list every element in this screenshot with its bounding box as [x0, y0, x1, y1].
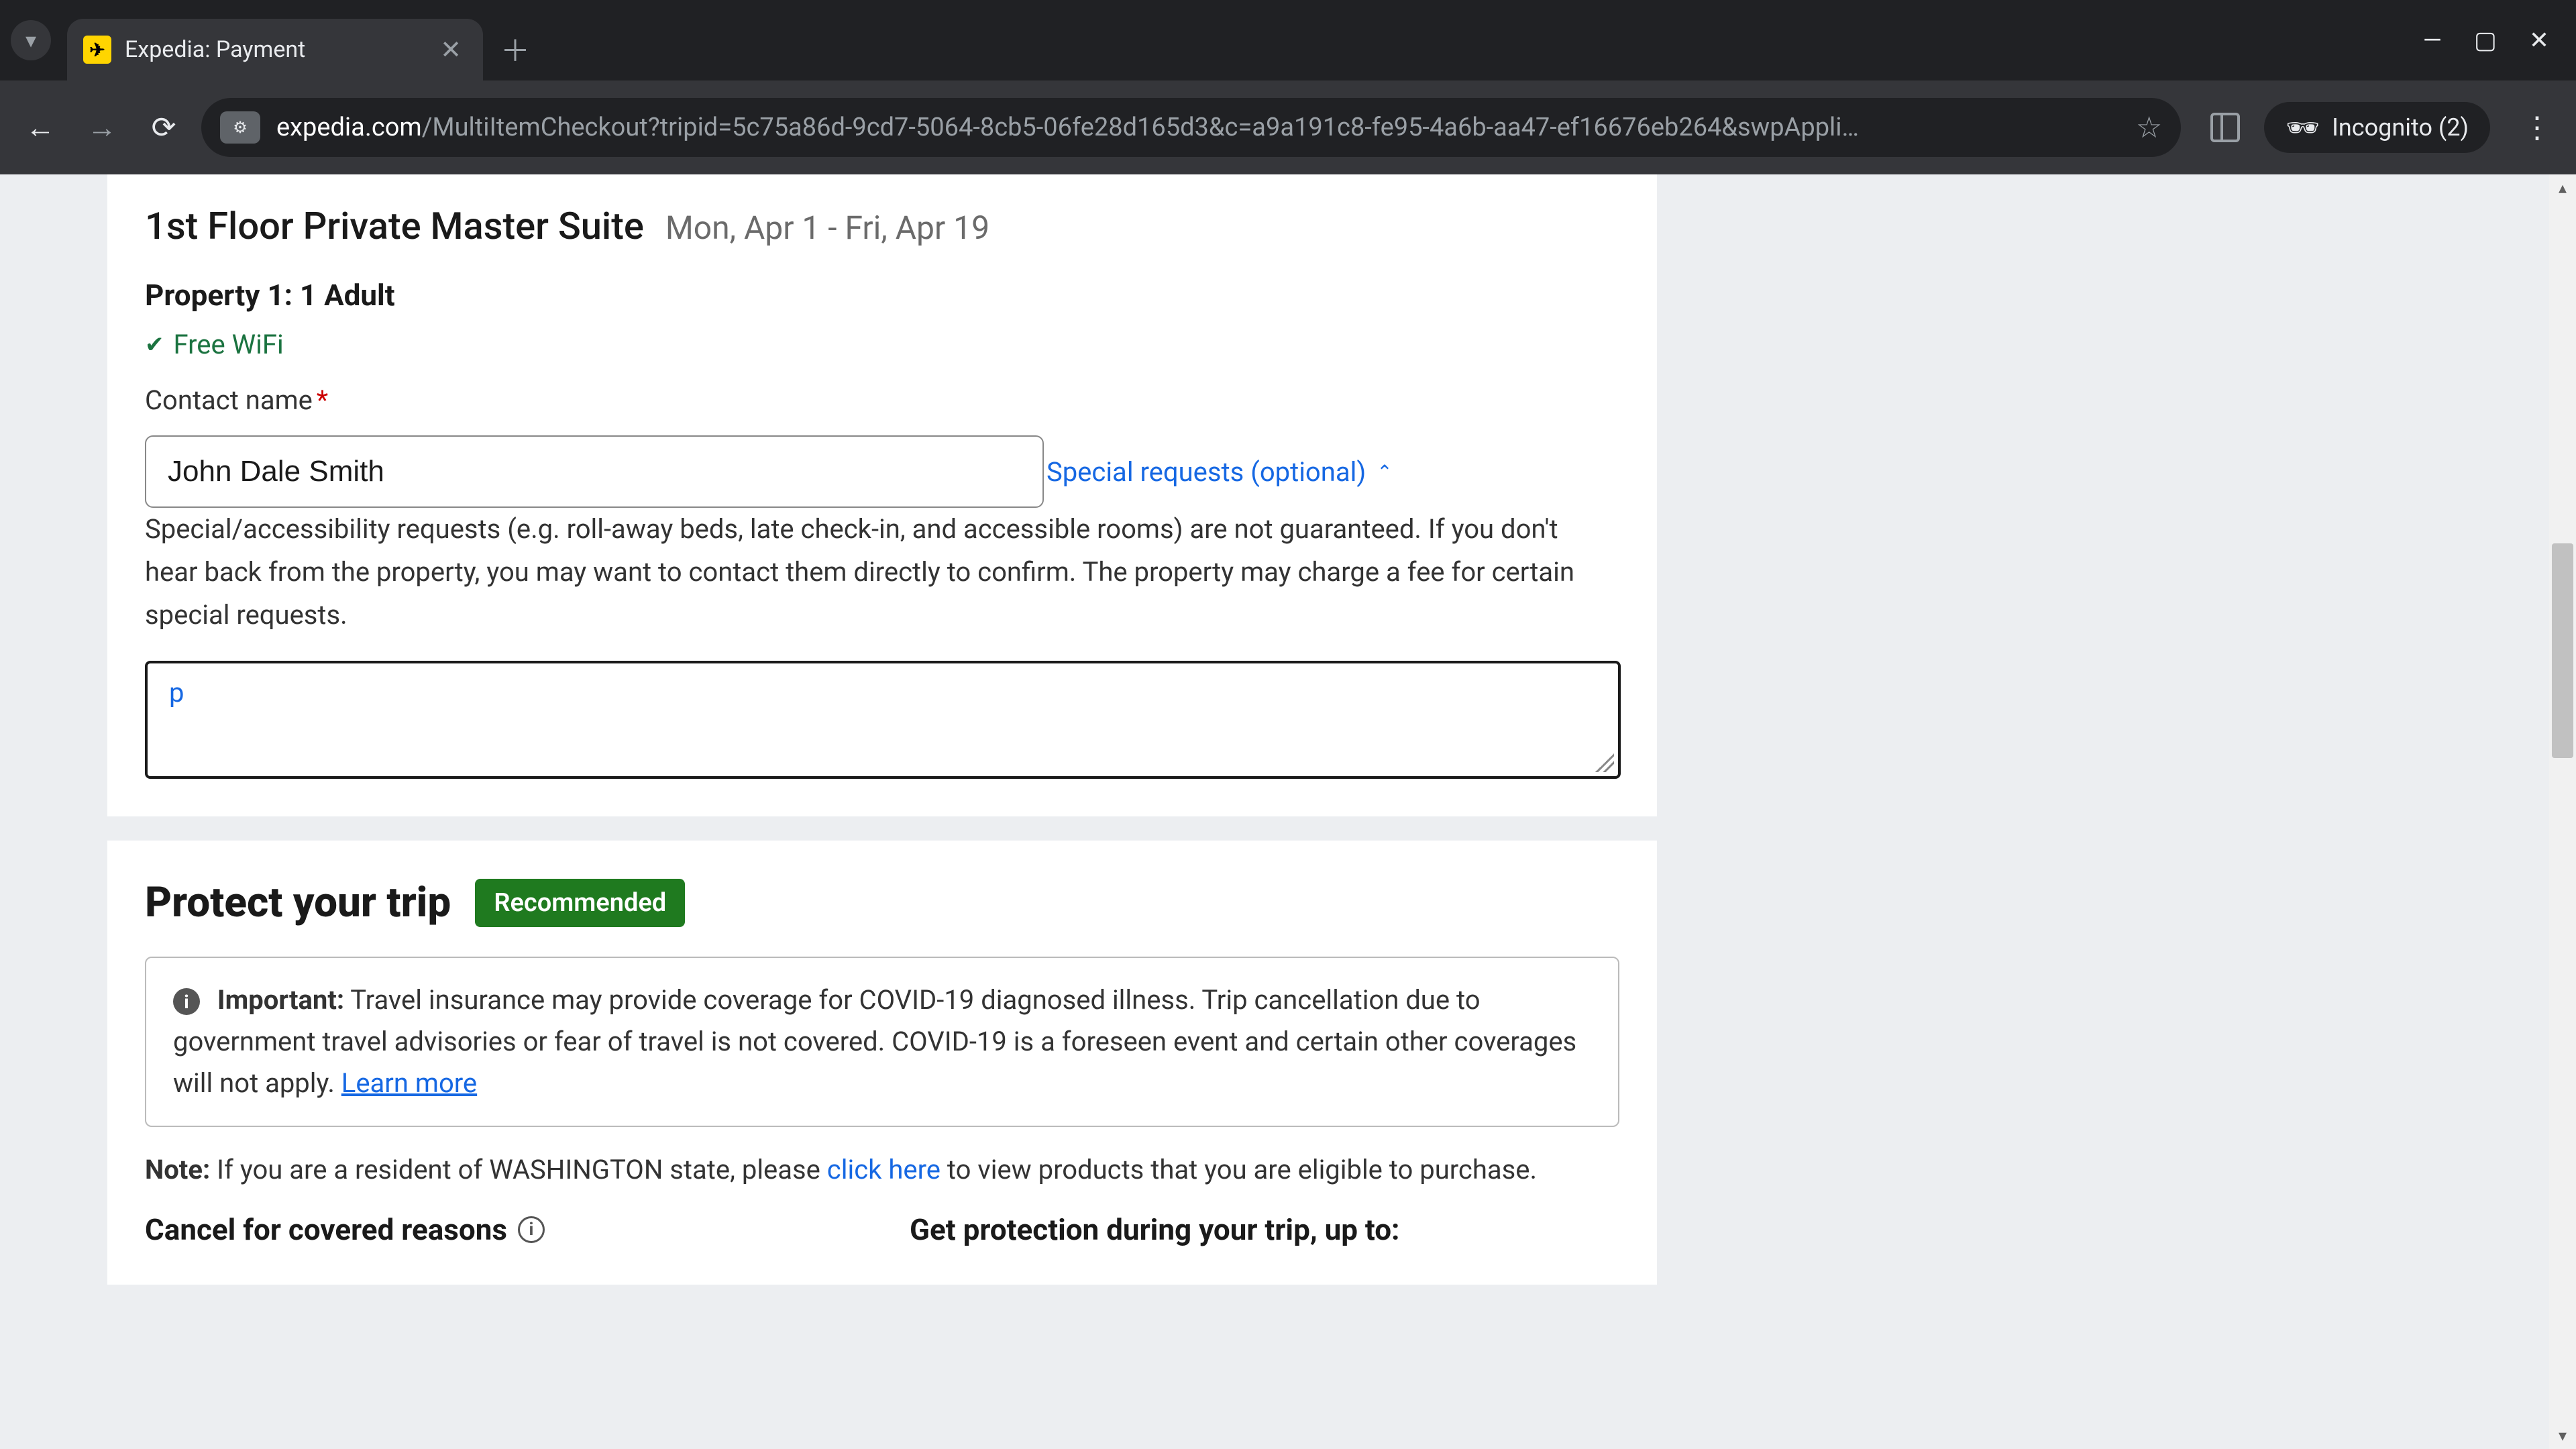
recommended-badge: Recommended [475, 879, 685, 927]
back-button[interactable]: ← [16, 103, 64, 152]
reload-button[interactable]: ⟳ [140, 103, 188, 152]
learn-more-link[interactable]: Learn more [341, 1067, 477, 1099]
covid-info-box: i Important: Travel insurance may provid… [145, 957, 1619, 1127]
special-requests-textarea[interactable]: p [148, 663, 1618, 776]
protection-heading: Get protection during your trip, up to: [910, 1212, 1399, 1247]
scroll-up-icon[interactable]: ▴ [2549, 174, 2576, 201]
washington-note: Note: If you are a resident of WASHINGTO… [145, 1154, 1619, 1185]
protect-trip-title: Protect your trip [145, 878, 451, 927]
special-requests-help: Special/accessibility requests (e.g. rol… [145, 508, 1607, 637]
incognito-indicator[interactable]: 🕶 Incognito (2) [2264, 102, 2490, 153]
info-icon: i [173, 988, 200, 1015]
scrollbar-track[interactable]: ▴ ▾ [2549, 174, 2576, 1449]
site-info-icon[interactable]: ⚙ [220, 111, 260, 144]
bookmark-star-icon[interactable]: ☆ [2136, 110, 2162, 145]
scroll-down-icon[interactable]: ▾ [2549, 1422, 2576, 1449]
url-text: expedia.com/MultiItemCheckout?tripid=5c7… [276, 113, 2120, 142]
washington-link[interactable]: click here [827, 1154, 941, 1185]
info-circle-icon[interactable]: i [518, 1216, 545, 1243]
amenity-free-wifi: ✔ Free WiFi [145, 329, 1619, 360]
check-icon: ✔ [145, 331, 164, 358]
resize-handle-icon[interactable] [1595, 753, 1614, 772]
contact-name-input[interactable] [145, 435, 1044, 508]
scrollbar-thumb[interactable] [2552, 543, 2573, 758]
special-requests-toggle[interactable]: Special requests (optional) ⌃ [1046, 456, 1393, 488]
new-tab-button[interactable]: ＋ [496, 30, 534, 67]
browser-menu-icon[interactable]: ⋮ [2514, 110, 2560, 145]
chevron-down-icon: ▾ [25, 28, 36, 53]
booking-card: 1st Floor Private Master Suite Mon, Apr … [107, 174, 1657, 816]
expedia-favicon: ✈ [83, 36, 111, 64]
maximize-icon[interactable]: ▢ [2474, 26, 2497, 54]
forward-button[interactable]: → [78, 103, 126, 152]
tab-title: Expedia: Payment [125, 36, 427, 63]
cancel-reasons-heading: Cancel for covered reasons i [145, 1212, 829, 1247]
guest-summary: Property 1: 1 Adult [145, 278, 1619, 313]
tab-search-dropdown[interactable]: ▾ [11, 20, 51, 60]
address-bar[interactable]: ⚙ expedia.com/MultiItemCheckout?tripid=5… [201, 98, 2181, 157]
room-title: 1st Floor Private Master Suite [145, 204, 644, 248]
close-tab-icon[interactable]: ✕ [440, 35, 462, 65]
special-requests-field-wrap: p [145, 661, 1621, 779]
close-window-icon[interactable]: ✕ [2529, 26, 2549, 54]
side-panel-icon[interactable] [2210, 113, 2240, 142]
minimize-icon[interactable]: ― [2423, 26, 2442, 54]
protect-trip-card: Protect your trip Recommended i Importan… [107, 841, 1657, 1285]
incognito-icon: 🕶 [2286, 112, 2320, 144]
collapse-caret-icon: ⌃ [1377, 461, 1392, 483]
browser-tab[interactable]: ✈ Expedia: Payment ✕ [67, 19, 483, 80]
room-dates: Mon, Apr 1 - Fri, Apr 19 [665, 209, 989, 247]
contact-name-label: Contact name* [145, 384, 1619, 416]
